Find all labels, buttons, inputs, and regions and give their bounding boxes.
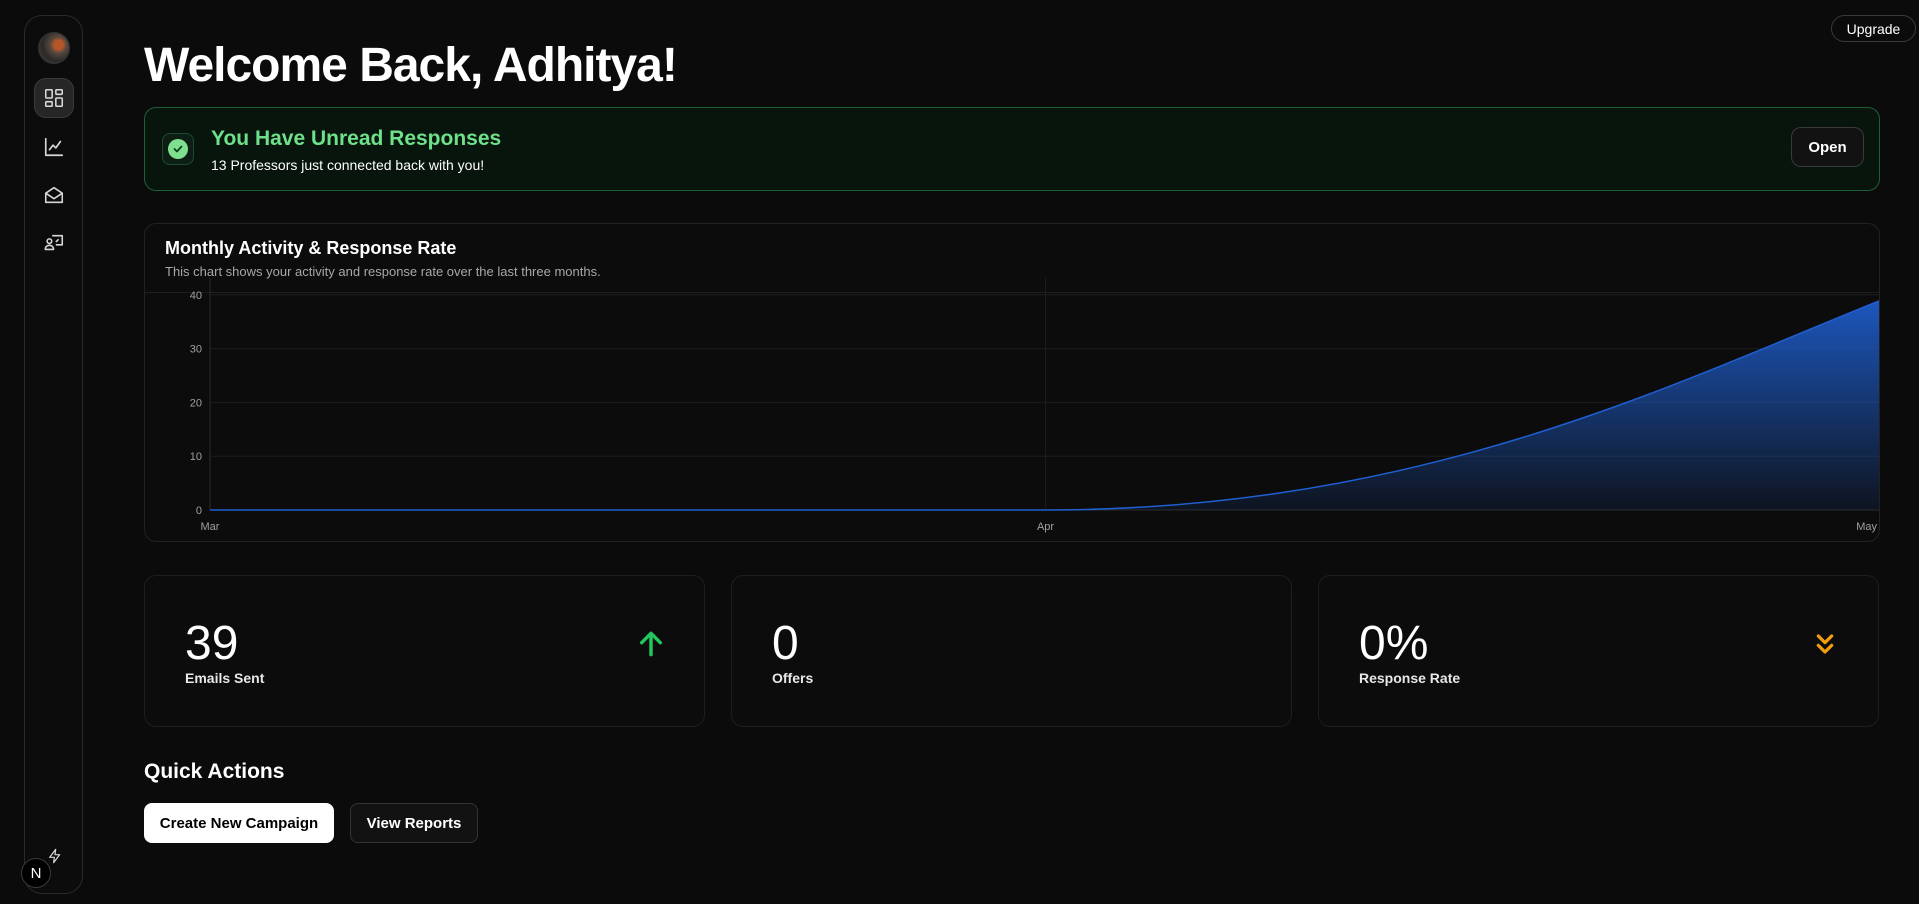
- arrow-up-icon: [639, 631, 663, 657]
- check-badge: [162, 133, 194, 165]
- avatar[interactable]: [38, 32, 70, 64]
- quick-actions-title: Quick Actions: [144, 760, 285, 783]
- sidebar: N: [21, 15, 83, 894]
- sidebar-item-analytics[interactable]: [34, 127, 74, 167]
- stat-label: Response Rate: [1359, 670, 1461, 686]
- sidebar-item-professors[interactable]: [34, 223, 74, 263]
- mail-open-icon: [44, 186, 64, 204]
- view-reports-button[interactable]: View Reports: [350, 803, 478, 843]
- create-campaign-button[interactable]: Create New Campaign: [144, 803, 334, 843]
- activity-area-chart: 0 10 20 30 40 Mar Apr May: [190, 278, 1879, 533]
- check-circle-icon: [168, 139, 188, 159]
- x-tick-label: Apr: [1037, 521, 1054, 533]
- chevrons-down-icon: [1816, 634, 1834, 654]
- y-tick-label: 30: [190, 344, 202, 356]
- sidebar-item-inbox[interactable]: [34, 175, 74, 215]
- y-tick-label: 20: [190, 397, 202, 409]
- y-tick-label: 0: [196, 505, 202, 517]
- stat-label: Offers: [772, 670, 814, 686]
- alert-message: 13 Professors just connected back with y…: [211, 157, 485, 173]
- stat-label: Emails Sent: [185, 670, 265, 686]
- unread-responses-banner: You Have Unread Responses 13 Professors …: [144, 107, 1880, 191]
- alert-title: You Have Unread Responses: [211, 127, 502, 150]
- bolt-icon[interactable]: [47, 847, 63, 865]
- sidebar-item-dashboard[interactable]: [34, 78, 74, 118]
- upgrade-button[interactable]: Upgrade: [1831, 15, 1916, 42]
- stat-card-emails-sent: 39 Emails Sent: [144, 575, 705, 727]
- x-tick-label: Mar: [201, 521, 220, 533]
- stat-value: 0: [772, 617, 799, 670]
- open-button[interactable]: Open: [1791, 127, 1864, 167]
- stat-card-offers: 0 Offers: [731, 575, 1292, 727]
- x-tick-label: May: [1856, 521, 1877, 533]
- stat-value: 0%: [1359, 617, 1429, 670]
- stat-card-response-rate: 0% Response Rate: [1318, 575, 1879, 727]
- line-chart-icon: [44, 137, 64, 157]
- page-title: Welcome Back, Adhitya!: [144, 39, 678, 92]
- activity-chart-card: Monthly Activity & Response Rate This ch…: [144, 223, 1880, 542]
- presentation-user-icon: [44, 234, 64, 251]
- app-badge[interactable]: N: [21, 858, 51, 888]
- dashboard-icon: [44, 88, 64, 108]
- y-tick-label: 40: [190, 290, 202, 302]
- y-tick-label: 10: [190, 451, 202, 463]
- stat-value: 39: [185, 617, 239, 670]
